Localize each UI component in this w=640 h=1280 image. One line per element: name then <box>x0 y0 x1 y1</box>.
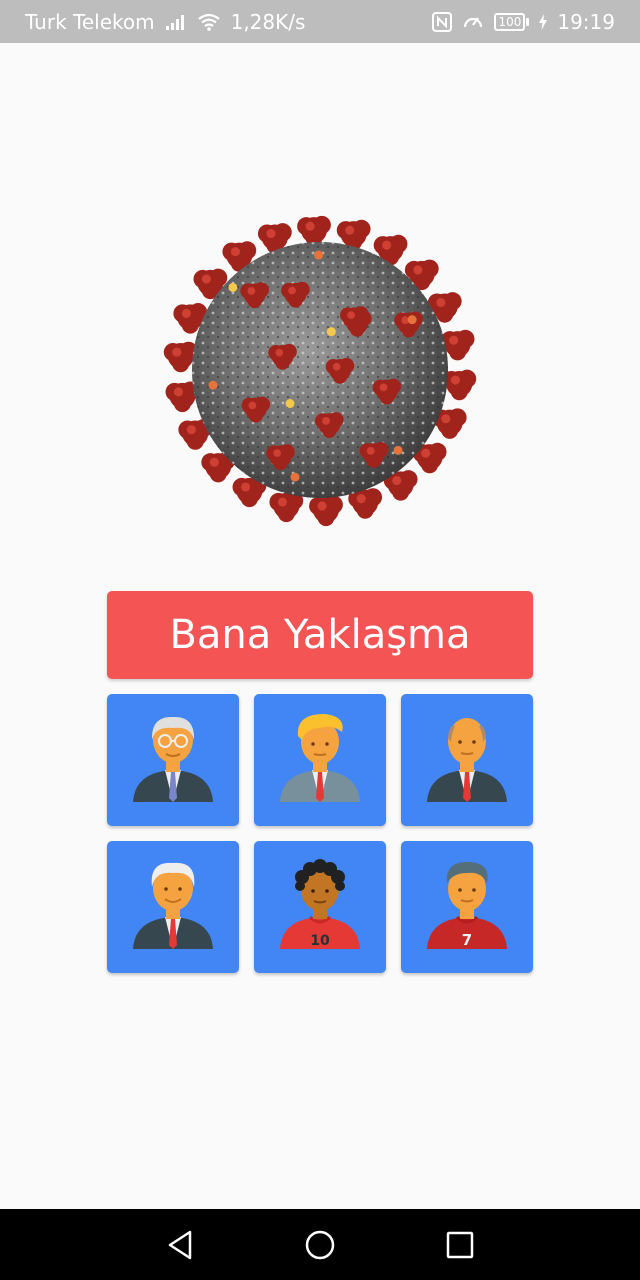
membrane-protein-dot <box>326 327 336 337</box>
svg-text:10: 10 <box>310 933 330 949</box>
coronavirus-image <box>140 190 500 550</box>
svg-text:7: 7 <box>462 931 472 949</box>
membrane-protein-dot <box>285 399 295 409</box>
home-button[interactable] <box>290 1215 350 1275</box>
membrane-protein-dot <box>314 250 324 260</box>
football-player-7-avatar: 7 <box>427 861 507 949</box>
membrane-protein-dot <box>290 472 300 482</box>
bana-yaklasma-button[interactable]: Bana Yaklaşma <box>107 591 533 679</box>
status-right: 100 19:19 <box>432 10 615 34</box>
avatar-tile-2[interactable] <box>254 694 386 826</box>
battery-tip <box>526 17 530 26</box>
bald-man-avatar <box>427 718 507 802</box>
data-saver-icon <box>462 12 484 32</box>
recents-icon <box>446 1231 474 1258</box>
membrane-protein-dot <box>228 282 238 292</box>
avatar-tile-4[interactable] <box>107 841 239 973</box>
nfc-icon <box>432 11 453 32</box>
navigation-bar <box>0 1209 640 1280</box>
back-button[interactable] <box>150 1215 210 1275</box>
membrane-protein-dot <box>393 445 403 455</box>
carrier-name: Turk Telekom <box>25 9 155 34</box>
network-speed: 1,28K/s <box>230 9 306 34</box>
membrane-protein-dot <box>208 380 218 390</box>
curly-hair-player-avatar: 10 <box>280 859 360 949</box>
recents-button[interactable] <box>430 1215 490 1275</box>
wifi-icon <box>197 13 221 31</box>
spike-protein <box>269 491 304 523</box>
avatar-tile-5[interactable]: 10 <box>254 841 386 973</box>
blond-man-avatar <box>280 714 360 802</box>
spike-protein <box>297 215 331 247</box>
avatar-tile-3[interactable] <box>401 694 533 826</box>
grey-haired-man-avatar <box>133 862 213 949</box>
avatar-tile-6[interactable]: 7 <box>401 841 533 973</box>
spike-protein <box>309 495 343 527</box>
signal-icon <box>165 13 187 31</box>
back-icon <box>168 1230 192 1259</box>
avatar-tile-1[interactable] <box>107 694 239 826</box>
elderly-man-glasses-avatar <box>133 716 213 802</box>
charging-icon <box>539 13 548 30</box>
membrane-protein-dot <box>407 315 417 325</box>
status-bar: Turk Telekom 1,28K/s 100 19:19 <box>0 0 640 43</box>
home-icon <box>305 1230 335 1259</box>
battery-icon: 100 <box>494 12 530 31</box>
clock: 19:19 <box>557 9 615 34</box>
battery-level: 100 <box>494 12 526 31</box>
status-left: Turk Telekom 1,28K/s <box>25 10 305 34</box>
